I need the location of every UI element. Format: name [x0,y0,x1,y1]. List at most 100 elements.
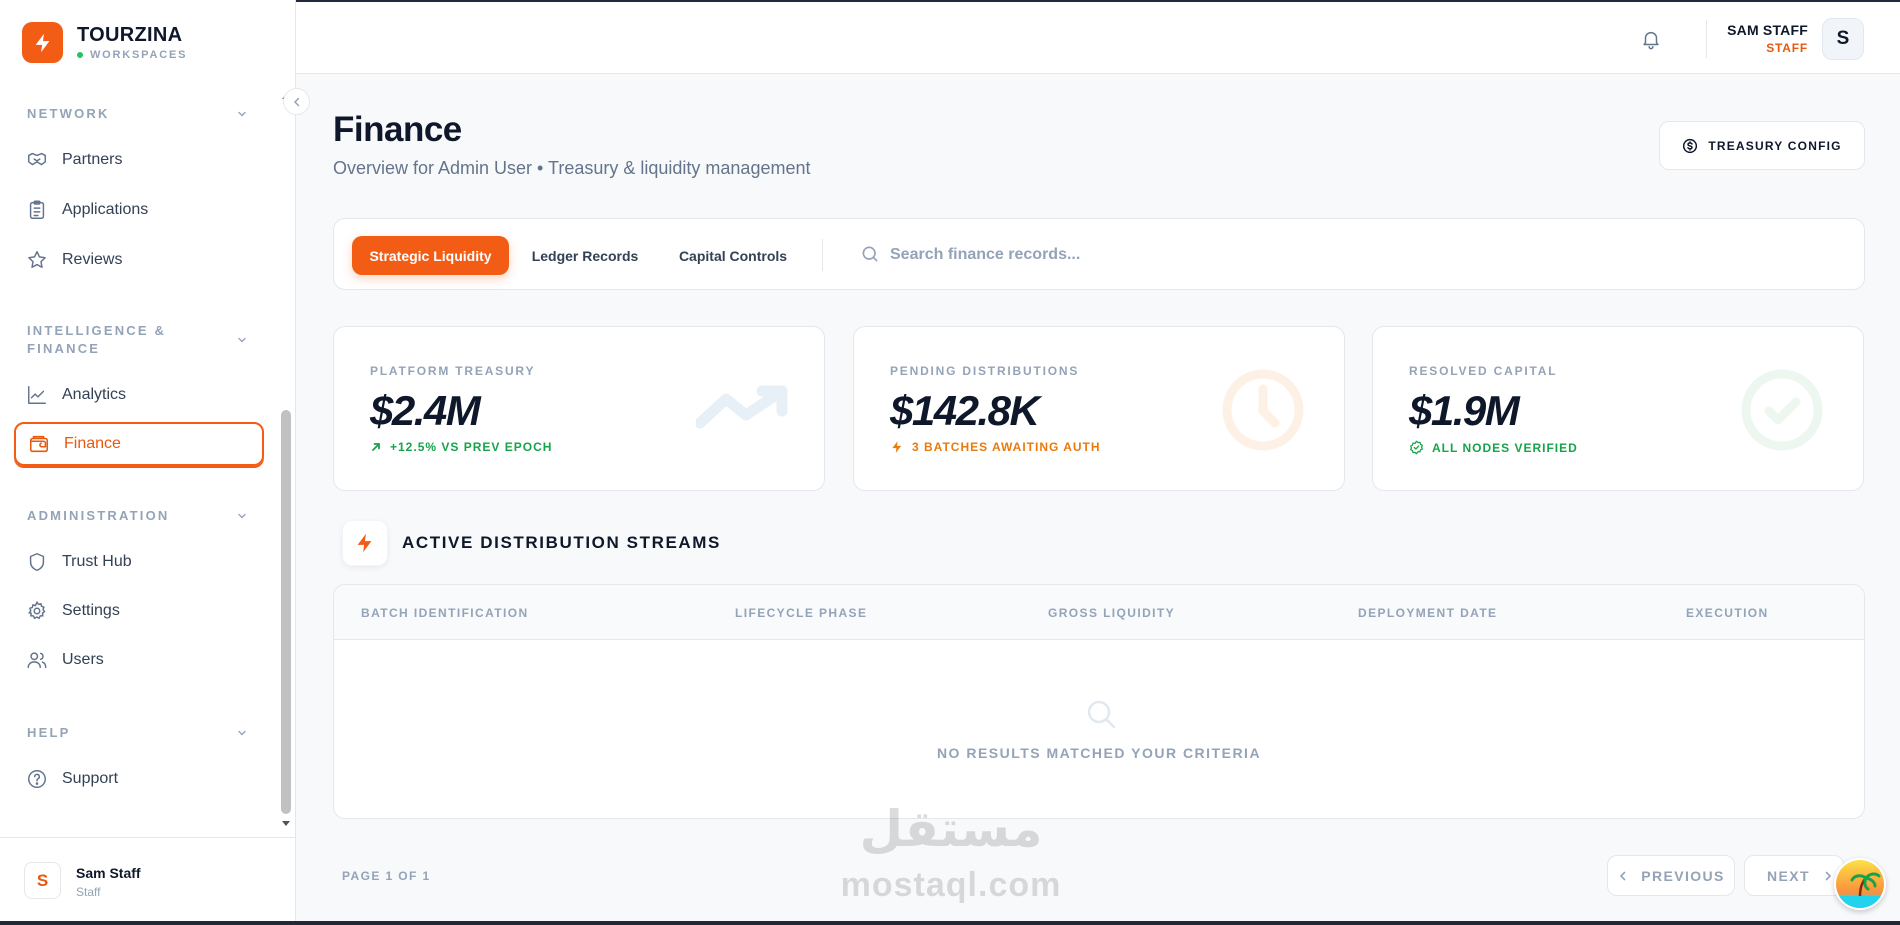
check-circle-icon [1741,369,1823,451]
sidebar-user-card[interactable]: S Sam Staff Staff [0,837,296,925]
page-title: Finance [333,110,462,149]
column-header[interactable]: LIFECYCLE PHASE [735,606,867,620]
nav-section-help[interactable]: HELP [27,724,70,742]
brand-subtitle: WORKSPACES [90,49,188,61]
bottom-edge [0,921,1900,925]
tab-ledger-records[interactable]: Ledger Records [514,236,656,275]
section-title: ACTIVE DISTRIBUTION STREAMS [402,533,721,552]
stat-note: ALL NODES VERIFIED [1432,440,1578,455]
star-icon [26,249,48,271]
chevron-down-icon[interactable] [236,334,248,346]
finance-toolbar: Strategic Liquidity Ledger Records Capit… [333,218,1865,290]
treasury-config-button[interactable]: TREASURY CONFIG [1659,121,1865,170]
chevron-down-icon[interactable] [236,510,248,522]
page-indicator: PAGE 1 OF 1 [342,869,431,883]
sidebar-item-partners[interactable]: Partners [14,138,264,182]
watermark-latin: mostaql.com [840,866,1062,904]
nav-section-intelligence-finance[interactable]: INTELLIGENCE & FINANCE [27,322,166,358]
watermark: مستقل mostaql.com [836,800,1066,905]
help-circle-icon [26,768,48,790]
collapse-sidebar-button[interactable] [283,88,310,115]
sidebar-nav: NETWORK Partners Applications Reviews IN… [0,86,280,826]
clipboard-icon [26,199,48,221]
stat-label: RESOLVED CAPITAL [1409,364,1558,378]
sidebar-item-finance[interactable]: Finance [14,422,264,466]
floating-assistant-icon[interactable] [1834,858,1886,910]
sidebar-item-label: Support [62,770,119,787]
sidebar-item-label: Finance [64,435,121,452]
sidebar-item-analytics[interactable]: Analytics [14,373,264,417]
sidebar-item-users[interactable]: Users [14,638,264,682]
sidebar-item-label: Reviews [62,251,123,268]
sidebar-user-name: Sam Staff [76,865,141,881]
avatar: S [24,862,61,899]
stat-card-resolved-capital: RESOLVED CAPITAL $1.9M ALL NODES VERIFIE… [1372,326,1864,491]
chevron-down-icon[interactable] [236,108,248,120]
stat-label: PLATFORM TREASURY [370,364,536,378]
next-page-button[interactable]: NEXT [1744,855,1844,896]
column-header[interactable]: BATCH IDENTIFICATION [361,606,529,620]
divider [1706,20,1707,58]
scroll-down-arrow-icon[interactable] [281,820,291,828]
chevron-left-icon [1617,870,1629,882]
lightning-logo-icon [22,22,63,63]
previous-page-button[interactable]: PREVIOUS [1607,855,1735,896]
stat-value: $142.8K [890,387,1040,434]
sidebar-item-applications[interactable]: Applications [14,188,264,232]
sidebar-item-label: Trust Hub [62,553,132,570]
wallet-icon [28,433,50,455]
page-subtitle: Overview for Admin User • Treasury & liq… [333,158,811,178]
next-label: NEXT [1767,867,1810,884]
shield-icon [26,551,48,573]
stat-note: 3 BATCHES AWAITING AUTH [912,440,1101,454]
bell-icon[interactable] [1640,28,1662,50]
search-icon [1087,700,1116,729]
watermark-arabic: مستقل [859,800,1043,858]
brand[interactable]: TOURZINA WORKSPACES [22,22,187,63]
brand-name: TOURZINA [77,24,183,46]
sidebar-item-label: Users [62,651,104,668]
previous-label: PREVIOUS [1641,867,1725,884]
stat-card-platform-treasury: PLATFORM TREASURY $2.4M +12.5% VS PREV E… [333,326,825,491]
verified-badge-icon [1409,440,1424,455]
column-header[interactable]: GROSS LIQUIDITY [1048,606,1175,620]
chevron-down-icon[interactable] [236,727,248,739]
stat-card-pending-distributions: PENDING DISTRIBUTIONS $142.8K 3 BATCHES … [853,326,1345,491]
line-chart-icon [26,384,48,406]
section-header: ACTIVE DISTRIBUTION STREAMS [342,520,721,566]
sidebar-item-settings[interactable]: Settings [14,589,264,633]
sidebar-item-label: Analytics [62,386,127,403]
handshake-icon [26,149,48,171]
tab-capital-controls[interactable]: Capital Controls [658,236,808,275]
topbar-user-name[interactable]: SAM STAFF [1727,22,1808,38]
tab-strategic-liquidity[interactable]: Strategic Liquidity [352,236,509,275]
lightning-icon [890,440,904,454]
search-input[interactable] [890,237,1790,273]
chevron-left-icon [293,97,299,106]
lightning-icon [342,520,388,566]
sidebar-item-label: Settings [62,602,120,619]
topbar-user-role: STAFF [1766,41,1808,55]
sidebar-item-trust-hub[interactable]: Trust Hub [14,540,264,584]
divider [822,239,823,271]
table-header: BATCH IDENTIFICATION LIFECYCLE PHASE GRO… [334,585,1864,640]
arrow-up-right-icon [370,441,382,453]
column-header[interactable]: EXECUTION [1686,606,1769,620]
nav-section-network[interactable]: NETWORK [27,105,110,123]
sidebar-item-support[interactable]: Support [14,757,264,801]
stat-value: $2.4M [370,387,481,434]
avatar[interactable]: S [1822,18,1864,60]
sidebar-scrollbar[interactable] [281,410,291,814]
dollar-circle-icon [1682,138,1698,154]
stat-value: $1.9M [1409,387,1520,434]
chevron-right-icon [1822,870,1834,882]
topbar: SAM STAFF STAFF S [296,0,1900,74]
empty-state-message: NO RESULTS MATCHED YOUR CRITERIA [936,745,1262,761]
column-header[interactable]: DEPLOYMENT DATE [1358,606,1497,620]
distribution-streams-table: BATCH IDENTIFICATION LIFECYCLE PHASE GRO… [333,584,1865,819]
nav-section-administration[interactable]: ADMINISTRATION [27,507,170,525]
sidebar: TOURZINA WORKSPACES NETWORK Partners App… [0,0,296,925]
stat-label: PENDING DISTRIBUTIONS [890,364,1080,378]
sidebar-item-reviews[interactable]: Reviews [14,238,264,282]
users-icon [26,649,48,671]
